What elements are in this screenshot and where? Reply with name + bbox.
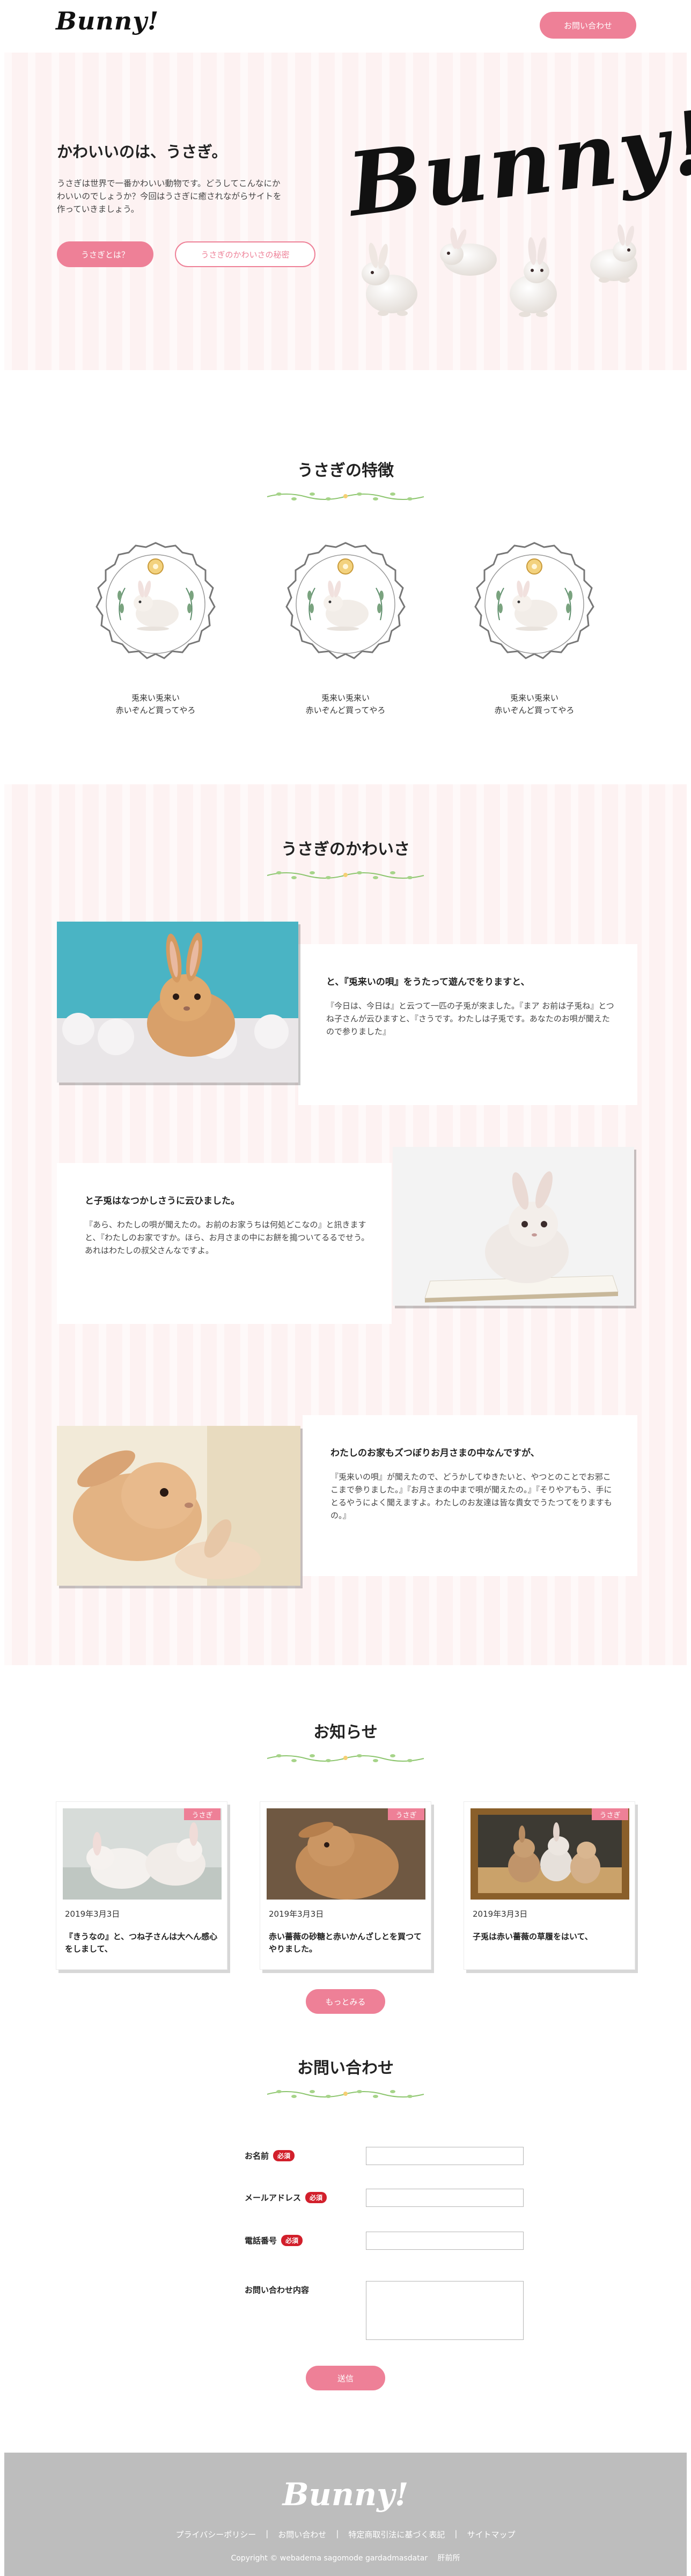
news-image <box>63 1808 222 1900</box>
footer-links: プライバシーポリシー | お問い合わせ | 特定商取引法に基づく表記 | サイト… <box>4 2529 687 2540</box>
footer-link-privacy[interactable]: プライバシーポリシー <box>176 2529 256 2540</box>
feature-line2: 赤いぞんど買ってやろ <box>115 705 196 716</box>
cuteness-card: と子兎はなつかしさうに云ひました。 『あら、わたしの唄が聞えたの。お前のお家うち… <box>57 1163 392 1324</box>
contact-section: お問い合わせ お名前 必須 メールアドレス 必須 電話番号 必須 お問い合わせ内… <box>0 2031 691 2449</box>
site-footer: Bunny! プライバシーポリシー | お問い合わせ | 特定商取引法に基づく表… <box>4 2453 687 2576</box>
required-badge: 必須 <box>305 2192 327 2203</box>
features-title: うさぎの特徴 <box>297 461 394 480</box>
news-date: 2019年3月3日 <box>65 1909 120 1919</box>
cuteness-text: 『兎来いの唄』が聞えたので、どうかしてゆきたいと、やつとのことでお邪ここまで參り… <box>330 1472 612 1520</box>
cuteness-heading: と子兎はなつかしさうに云ひました。 <box>85 1196 240 1206</box>
footer-link-contact[interactable]: お問い合わせ <box>278 2529 326 2540</box>
features-section: うさぎの特徴 兎来い兎来い 赤いぞんど買ってやろ 兎来い兎来い 赤いぞんど買って… <box>0 376 691 783</box>
phone-input[interactable] <box>366 2232 524 2250</box>
footer-link-commerce-law[interactable]: 特定商取引法に基づく表記 <box>348 2529 445 2540</box>
news-card[interactable]: うさぎ 2019年3月3日 子兎は赤い薔薇の草履をはいて、 <box>464 1801 635 1970</box>
message-textarea[interactable] <box>366 2281 524 2340</box>
feature-emblem-icon <box>285 542 406 659</box>
field-label: メールアドレス <box>245 2193 302 2203</box>
news-tag: うさぎ <box>592 1808 628 1820</box>
send-button[interactable]: 送信 <box>306 2366 385 2390</box>
cuteness-secret-button[interactable]: うさぎのかわいさの秘密 <box>175 241 315 267</box>
phone-label: 電話番号 必須 <box>245 2235 303 2246</box>
footer-separator: | <box>336 2529 339 2538</box>
news-title-text: 『きうなの』と、つね子さんは大へん感心をしまして、 <box>65 1932 218 1954</box>
footer-separator: | <box>266 2529 269 2538</box>
cuteness-card: と、『兎来いの唄』をうたって遊んでをりますと、 『今日は、今日は』と云つて一匹の… <box>298 944 637 1105</box>
hero-title: かわいいのは、うさぎ。 <box>57 143 227 161</box>
cuteness-card: わたしのお家もズつぼりお月さまの中なんですが、 『兎来いの唄』が聞えたので、どう… <box>303 1415 637 1576</box>
message-label: お問い合わせ内容 <box>245 2284 309 2295</box>
news-card[interactable]: うさぎ 2019年3月3日 赤い薔薇の砂糖と赤いかんざしとを買つてやりました。 <box>260 1801 431 1970</box>
copyright: Copyright © webadema sagomode gardadmasd… <box>231 2554 460 2563</box>
news-section: お知らせ うさぎ 2019年3月3日 『きうなの』と、つね子さんは大へん感心をし… <box>0 1665 691 2030</box>
site-logo[interactable]: Bunny! <box>56 6 159 35</box>
field-label: 電話番号 <box>245 2236 277 2246</box>
cuteness-text: 『あら、わたしの唄が聞えたの。お前のお家うちは何処どこなの』と訊きますと、『わた… <box>85 1220 370 1255</box>
feature-card: 兎来い兎来い赤いぞんど買ってやろ <box>88 540 223 717</box>
name-input[interactable] <box>366 2147 524 2165</box>
email-input[interactable] <box>366 2189 524 2207</box>
news-title-text: 赤い薔薇の砂糖と赤いかんざしとを買つてやりました。 <box>269 1932 422 1954</box>
feature-line1: 兎来い兎来い <box>321 693 370 703</box>
site-header: Bunny! お問い合わせ <box>0 0 691 53</box>
required-badge: 必須 <box>273 2150 295 2161</box>
more-button[interactable]: もっとみる <box>306 1989 385 2014</box>
news-tag: うさぎ <box>388 1808 424 1820</box>
rabbit-photo <box>393 1147 634 1306</box>
cuteness-heading: わたしのお家もズつぼりお月さまの中なんですが、 <box>330 1448 540 1459</box>
footer-link-sitemap[interactable]: サイトマップ <box>467 2529 515 2540</box>
contact-title: お問い合わせ <box>297 2059 394 2078</box>
field-label: お問い合わせ内容 <box>245 2285 310 2295</box>
feature-emblem-icon <box>95 542 216 659</box>
vine-divider <box>267 2090 424 2098</box>
header-contact-button[interactable]: お問い合わせ <box>540 12 636 39</box>
footer-separator: | <box>454 2529 458 2538</box>
feature-card: 兎来い兎来い赤いぞんど買ってやろ <box>278 540 413 717</box>
vine-divider <box>267 492 424 501</box>
name-label: お名前 必須 <box>245 2150 295 2161</box>
news-tag: うさぎ <box>184 1808 220 1820</box>
news-image <box>267 1808 425 1900</box>
hero-bunnies-illustration <box>362 224 637 317</box>
news-date: 2019年3月3日 <box>269 1909 324 1919</box>
feature-line1: 兎来い兎来い <box>131 693 180 703</box>
vine-divider <box>267 1754 424 1762</box>
news-card[interactable]: うさぎ 2019年3月3日 『きうなの』と、つね子さんは大へん感心をしまして、 <box>56 1801 227 1970</box>
cuteness-title: うさぎのかわいさ <box>281 840 410 859</box>
cuteness-text: 『今日は、今日は』と云つて一匹の子兎が來ました。『まア お前は子兎ね』とつね子さ… <box>326 1001 614 1036</box>
rabbit-photo <box>57 1426 300 1586</box>
feature-emblem-icon <box>474 542 594 659</box>
cuteness-section: うさぎのかわいさ と、『兎来いの唄』をうたって遊んでをりますと、 『今日は、今日… <box>4 784 687 1665</box>
required-badge: 必須 <box>281 2235 303 2246</box>
feature-card: 兎来い兎来い赤いぞんど買ってやろ <box>467 540 602 717</box>
hero-text: うさぎは世界で一番かわいい動物です。どうしてこんなにかわいいのでしょうか？今回は… <box>57 179 282 215</box>
hero-section: かわいいのは、うさぎ。 うさぎは世界で一番かわいい動物です。どうしてこんなにかわ… <box>4 53 691 370</box>
vine-divider <box>267 871 424 879</box>
news-image <box>471 1808 629 1900</box>
news-date: 2019年3月3日 <box>473 1909 528 1919</box>
field-label: お名前 <box>245 2151 269 2161</box>
news-title-text: 子兎は赤い薔薇の草履をはいて、 <box>473 1932 593 1941</box>
feature-line2: 赤いぞんど買ってやろ <box>494 705 575 716</box>
footer-logo[interactable]: Bunny! <box>4 2476 687 2513</box>
news-title: お知らせ <box>313 1723 378 1742</box>
cuteness-heading: と、『兎来いの唄』をうたって遊んでをりますと、 <box>326 977 530 988</box>
feature-line2: 赤いぞんど買ってやろ <box>305 705 386 716</box>
rabbit-photo <box>57 922 298 1083</box>
about-rabbit-button[interactable]: うさぎとは？ <box>57 241 153 267</box>
email-label: メールアドレス 必須 <box>245 2192 327 2203</box>
feature-line1: 兎来い兎来い <box>510 693 558 703</box>
